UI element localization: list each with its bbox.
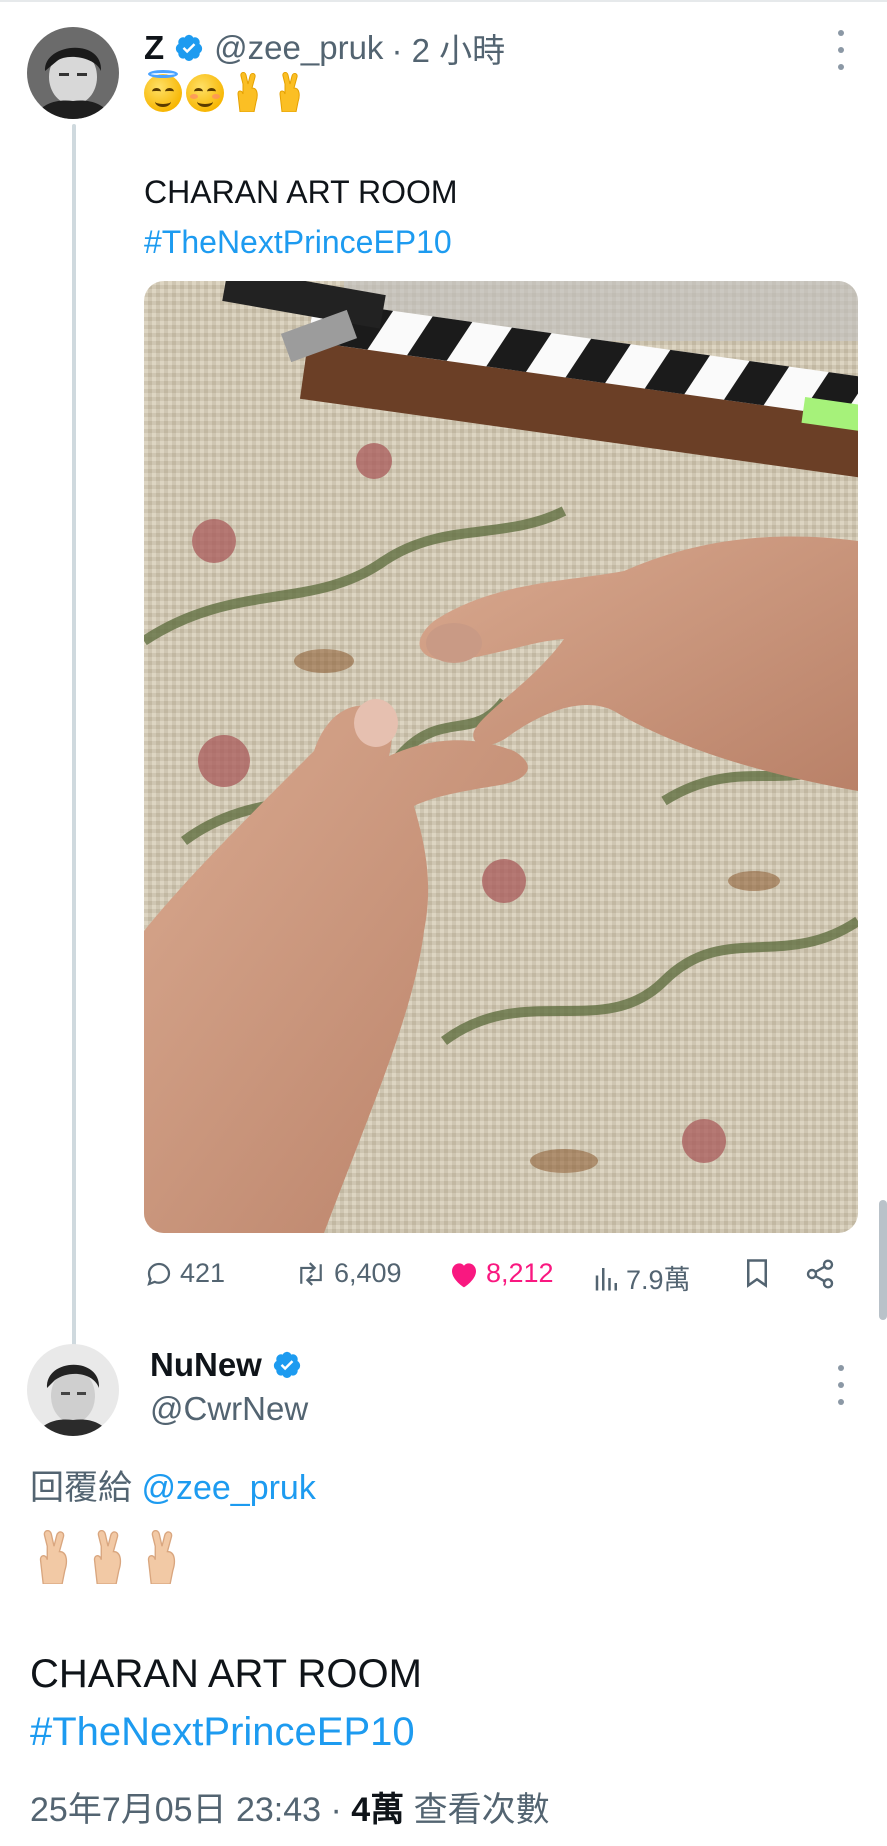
smiling-face-with-halo-icon [144,70,182,112]
share-button[interactable] [804,1258,836,1290]
tweet-emojis [144,70,308,112]
reply-button[interactable]: 421 [144,1258,225,1289]
verified-badge-icon [272,1350,302,1380]
crossed-fingers-light-skin-icon [93,1530,122,1584]
bookmark-button[interactable] [744,1258,770,1288]
repost-button[interactable]: 6,409 [294,1258,402,1289]
reply-count: 421 [180,1258,226,1288]
thread-connector [72,124,76,1346]
analytics-icon [595,1267,617,1290]
repost-count: 6,409 [334,1258,402,1288]
more-options-icon[interactable] [831,30,851,70]
crossed-fingers-light-skin-icon [39,1530,68,1584]
tweet-time[interactable]: · 2 小時 [391,24,505,72]
crossed-fingers-light-skin-icon [147,1530,176,1584]
relieved-face-icon [186,72,224,112]
reply-icon [147,1262,171,1286]
views-button[interactable]: 7.9萬 [594,1258,691,1297]
reply-timestamp[interactable]: 25年7月05日 23:43 · [30,1791,351,1829]
reply-to-mention-link[interactable]: @zee_pruk [141,1469,315,1507]
more-options-icon[interactable] [831,1365,851,1405]
views-count: 7.9萬 [626,1265,691,1295]
scrollbar[interactable] [879,1200,887,1320]
reply-to-line: 回覆給 @zee_pruk [30,1460,316,1509]
tweet-text-line: CHARAN ART ROOM [144,174,458,210]
reply-to-label: 回覆給 [30,1469,132,1507]
tweet-author-name[interactable]: Z [144,29,164,67]
tweet-action-bar: 421 6,409 8,212 7.9萬 [144,1258,844,1298]
bookmark-icon [747,1259,767,1288]
reply-author-name[interactable]: NuNew [150,1346,262,1384]
tweet-author-handle[interactable]: @zee_pruk [214,29,383,67]
nunew-avatar[interactable] [27,1344,119,1436]
reply-views-label: 查看次數 [404,1791,550,1829]
tweet-hashtag-link[interactable]: #TheNextPrinceEP10 [144,220,452,264]
reply-meta-line: 25年7月05日 23:43 · 4萬 查看次數 [30,1782,550,1831]
verified-badge-icon [174,33,204,63]
reply-hashtag-link[interactable]: #TheNextPrinceEP10 [30,1704,415,1760]
like-button[interactable]: 8,212 [448,1258,554,1289]
repost-icon [300,1261,322,1286]
heart-icon [452,1262,476,1287]
reply-views-count: 4萬 [351,1791,405,1829]
share-icon [806,1259,834,1289]
like-count: 8,212 [486,1258,554,1288]
crossed-fingers-icon [228,72,266,112]
reply-emojis [34,1530,182,1584]
reply-text-line: CHARAN ART ROOM [30,1652,422,1696]
zee-avatar[interactable] [27,27,119,119]
crossed-fingers-icon [270,72,308,112]
tweet-photo[interactable] [144,281,858,1233]
reply-author-handle[interactable]: @CwrNew [150,1390,308,1428]
top-divider [0,0,887,2]
